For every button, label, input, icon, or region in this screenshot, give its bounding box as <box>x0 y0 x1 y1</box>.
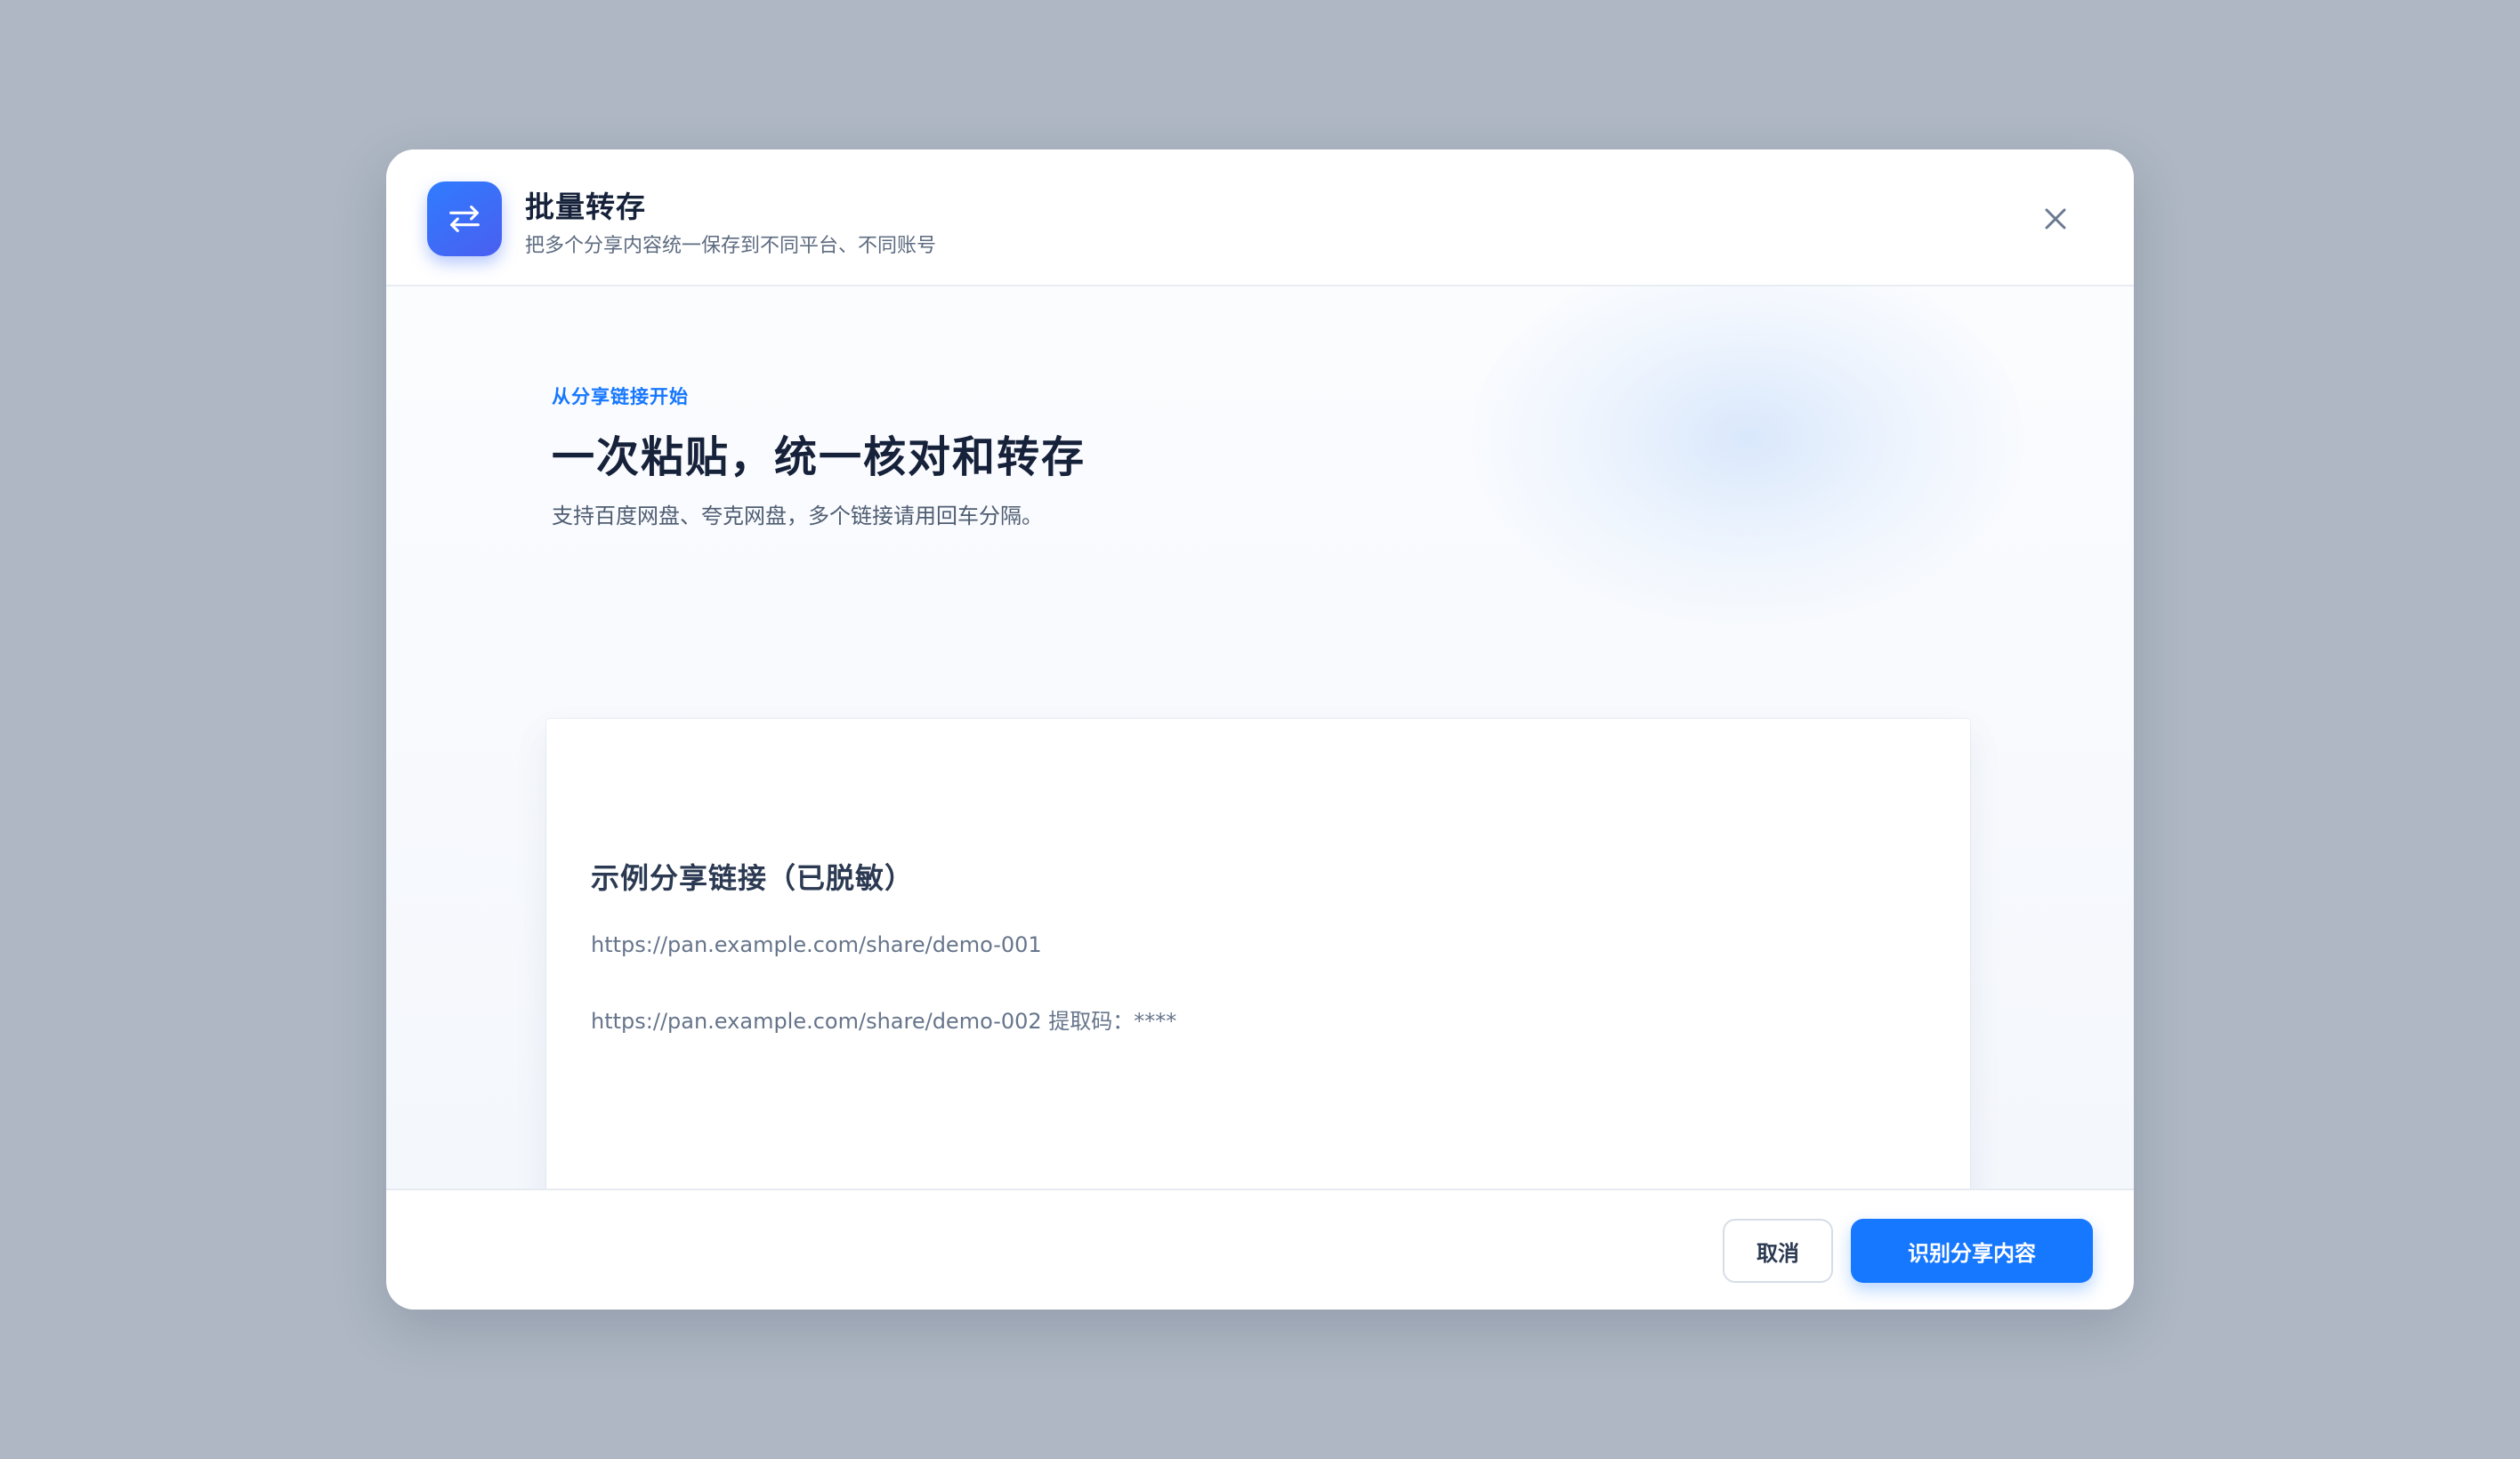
section-description: 支持百度网盘、夸克网盘，多个链接请用回车分隔。 <box>552 504 1043 528</box>
dialog-title: 批量转存 <box>525 189 646 224</box>
recognize-share-button[interactable]: 识别分享内容 <box>1851 1219 2093 1283</box>
dialog-header: 批量转存 把多个分享内容统一保存到不同平台、不同账号 <box>386 149 2134 286</box>
close-button[interactable] <box>2036 199 2075 238</box>
close-icon <box>2045 208 2066 230</box>
dialog-subtitle: 把多个分享内容统一保存到不同平台、不同账号 <box>525 235 937 257</box>
section-headline: 一次粘贴，统一核对和转存 <box>552 432 1086 482</box>
decorative-glow <box>1472 286 2023 625</box>
example-link-2: https://pan.example.com/share/demo-002 提… <box>591 1009 1177 1034</box>
transfer-arrows-icon <box>427 181 502 256</box>
cancel-button[interactable]: 取消 <box>1723 1219 1833 1283</box>
dialog-footer: 取消 识别分享内容 <box>386 1189 2134 1310</box>
batch-transfer-dialog: 批量转存 把多个分享内容统一保存到不同平台、不同账号 从分享链接开始 一次粘贴，… <box>386 149 2134 1310</box>
example-heading: 示例分享链接（已脱敏） <box>591 861 915 895</box>
example-link-1: https://pan.example.com/share/demo-001 <box>591 932 1042 957</box>
section-eyebrow: 从分享链接开始 <box>552 386 689 407</box>
